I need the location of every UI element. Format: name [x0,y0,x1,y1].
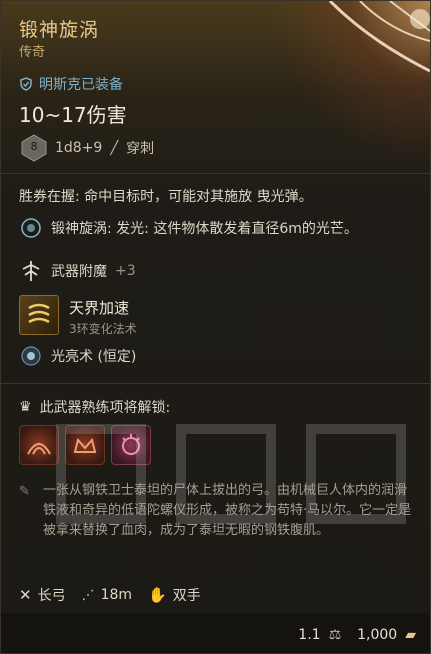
item-name: 锻神旋涡 [19,19,100,41]
weapon-range: ⋰ 18m [82,587,132,603]
piercing-icon: ╱ [110,140,119,156]
damage-type: 穿刺 [126,141,155,157]
range-label: 18m [100,587,133,603]
range-icon: ⋰ [81,587,95,603]
divider [1,383,430,384]
equipped-label: 明斯克已装备 [39,77,123,93]
weapon-enchant-row: 武器附魔 +3 [19,259,136,283]
dice-value: 8 [30,140,38,153]
on-hit-ability: 胜券在握: 命中目标时，可能对其施放 曳光弹。 [19,189,313,205]
celestial-haste-icon [19,295,59,335]
damage-dice-row: 8 1d8+9 ╱ 穿刺 [21,134,154,162]
light-cantrip-icon [19,344,43,368]
mastery-icons [19,425,151,465]
bow-icon [328,1,430,73]
light-cantrip-row: 光亮术 (恒定) [19,344,136,368]
item-artwork [270,1,430,161]
equipped-icon [20,77,32,91]
enchant-bonus: +3 [115,263,136,279]
divider [1,173,430,174]
item-rarity: 传奇 [19,45,46,60]
crown-strike-icon[interactable] [65,425,105,465]
light-ability-desc: : 发光: 这件物体散发着直径6m的光芒。 [107,221,358,237]
weapon-properties: ✕ 长弓 ⋰ 18m ✋ 双手 [19,585,201,605]
quill-icon: ✎ [19,484,30,499]
mastery-icon: ♛ [19,399,32,415]
price-value: 1,000 [357,627,398,643]
enchant-icon [19,259,43,283]
hand-icon: ✋ [148,586,167,604]
weapon-handedness: ✋ 双手 [148,585,201,605]
weight-value: 1.1 [298,627,321,643]
equipped-status: 明斯克已装备 [19,74,123,94]
crossed-swords-icon: ✕ [19,586,32,604]
hands-label: 双手 [172,588,201,604]
enchant-label: 武器附魔 [51,264,107,280]
spell-name: 天界加速 [69,299,130,317]
cantrip-name: 光亮术 (恒定) [51,349,137,365]
radiance-icon [19,216,43,240]
mastery-header: ♛ 此武器熟练项将解锁: [19,397,170,417]
gold-coin-icon: ▰ [405,627,416,643]
weight-icon: ⚖ [328,627,342,643]
light-ability: 锻神旋涡 : 发光: 这件物体散发着直径6m的光芒。 [19,216,358,240]
weapon-type: ✕ 长弓 [19,585,66,605]
damage-range: 10~17伤害 [19,103,127,127]
mastery-label: 此武器熟练项将解锁: [39,400,171,416]
flourish-icon[interactable] [19,425,59,465]
flavor-text: 一张从钢铁卫士泰坦的尸体上拔出的弓。由机械巨人体内的润滑铁液和奇异的低语陀螺仪形… [43,483,412,538]
light-ability-name: 锻神旋涡 [51,221,107,237]
dice-formula: 1d8+9 [55,140,103,156]
spell-level: 3环变化法术 [69,322,137,336]
item-tooltip: 锻神旋涡 传奇 明斯克已装备 10~17伤害 8 1d8+9 ╱ 穿刺 胜券在握… [0,0,431,654]
d8-dice-icon: 8 [21,134,47,162]
weapon-type-label: 长弓 [37,588,66,604]
radiant-burst-icon[interactable] [111,425,151,465]
footer: 1.1 ⚖ 1,000 ▰ [298,627,416,643]
